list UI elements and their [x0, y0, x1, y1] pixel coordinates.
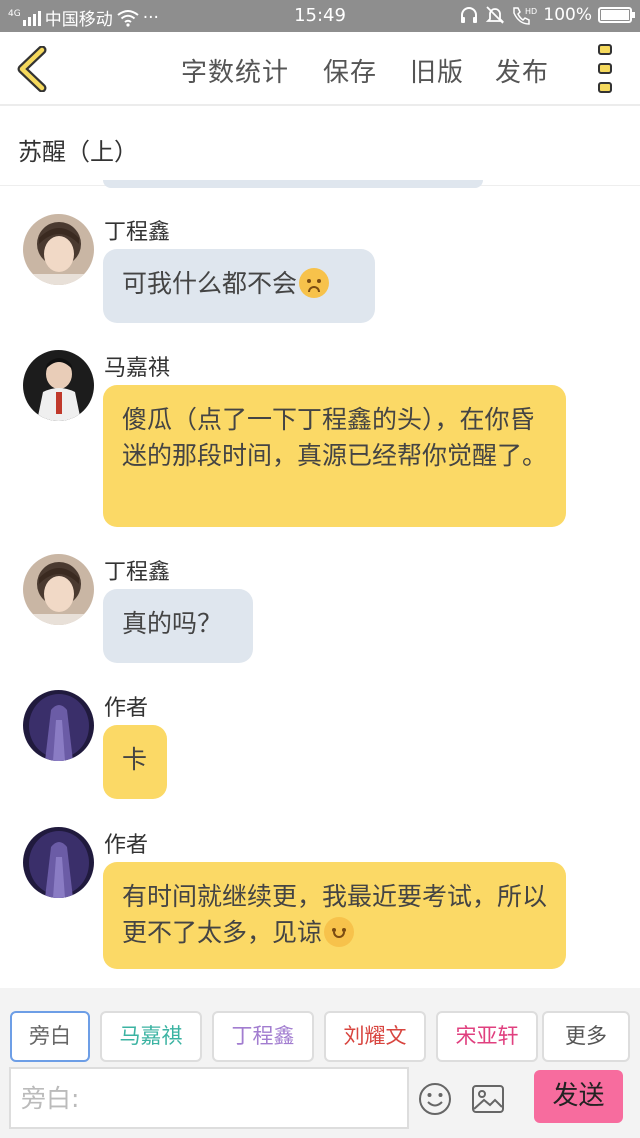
sender-name: 作者 — [104, 696, 149, 721]
back-button[interactable] — [14, 45, 54, 93]
chevron-left-icon — [17, 45, 47, 93]
old-version-button[interactable]: 旧版 — [410, 52, 464, 89]
word-count-button[interactable]: 字数统计 — [181, 52, 289, 89]
role-button-song-yaxuan[interactable]: 宋亚轩 — [436, 1011, 538, 1062]
smiley-icon — [419, 1083, 451, 1115]
menu-dot-icon — [598, 44, 612, 55]
send-button[interactable]: 发送 — [534, 1070, 623, 1123]
role-label: 刘耀文 — [343, 1024, 407, 1048]
svg-text:HD: HD — [525, 7, 537, 16]
status-bar: 4G 中国移动 ··· 15:49 HD 100% — [0, 0, 640, 32]
message-bubble[interactable]: 傻瓜（点了一下丁程鑫的头），在你昏迷的那段时间，真源已经帮你觉醒了。 — [103, 385, 566, 527]
sender-name: 作者 — [104, 833, 149, 858]
sender-name: 丁程鑫 — [104, 220, 171, 245]
message-bubble[interactable]: 真的吗？ — [103, 589, 253, 663]
avatar[interactable] — [23, 214, 94, 285]
dark-figure-avatar-icon — [23, 690, 94, 761]
role-button-narrator[interactable]: 旁白 — [10, 1011, 90, 1062]
dark-figure-avatar-icon — [23, 827, 94, 898]
avatar[interactable] — [23, 827, 94, 898]
more-roles-button[interactable]: 更多 — [542, 1011, 630, 1062]
previous-message-bubble[interactable] — [103, 180, 483, 188]
person-avatar-icon — [23, 554, 94, 625]
wink-emoji-icon — [324, 917, 355, 947]
more-menu-button[interactable] — [596, 44, 616, 94]
avatar[interactable] — [23, 350, 94, 421]
emoji-button[interactable] — [418, 1082, 452, 1116]
image-icon — [472, 1085, 504, 1113]
image-button[interactable] — [471, 1082, 505, 1116]
message-input[interactable] — [11, 1069, 407, 1127]
message-bubble[interactable]: 可我什么都不会 — [103, 249, 375, 323]
menu-dot-icon — [598, 82, 612, 93]
role-button-ma-jiaqi[interactable]: 马嘉祺 — [100, 1011, 202, 1062]
role-label: 丁程鑫 — [231, 1024, 295, 1048]
message-text: 真的吗？ — [122, 609, 223, 638]
mute-bell-icon — [486, 6, 505, 24]
menu-dot-icon — [598, 63, 612, 74]
sad-emoji-icon — [299, 268, 330, 298]
publish-button[interactable]: 发布 — [495, 52, 549, 89]
headset-icon — [461, 7, 478, 23]
battery-percent: 100% — [543, 5, 592, 25]
message-text: 傻瓜（点了一下丁程鑫的头），在你昏迷的那段时间，真源已经帮你觉醒了。 — [122, 405, 548, 470]
role-label: 更多 — [565, 1024, 607, 1048]
person-avatar-icon — [23, 214, 94, 285]
role-label: 宋亚轩 — [455, 1024, 519, 1048]
role-label: 马嘉祺 — [119, 1024, 183, 1048]
hd-call-icon: HD — [513, 7, 537, 25]
role-button-ding-chengxin[interactable]: 丁程鑫 — [212, 1011, 314, 1062]
message-text: 卡 — [122, 745, 148, 774]
avatar[interactable] — [23, 554, 94, 625]
battery-icon — [598, 7, 635, 23]
person-avatar-icon — [23, 350, 94, 421]
message-input-box[interactable] — [9, 1067, 409, 1129]
composer-panel: 旁白 马嘉祺 丁程鑫 刘耀文 宋亚轩 更多 发送 — [0, 988, 640, 1138]
sender-name: 丁程鑫 — [104, 560, 171, 585]
save-button[interactable]: 保存 — [323, 52, 377, 89]
editor-toolbar: 字数统计 保存 旧版 发布 — [0, 32, 640, 106]
role-button-liu-yaowen[interactable]: 刘耀文 — [324, 1011, 426, 1062]
story-title-bar: 苏醒（上） — [0, 108, 640, 186]
sender-name: 马嘉祺 — [104, 356, 171, 381]
message-bubble[interactable]: 有时间就继续更，我最近要考试，所以更不了太多，见谅 — [103, 862, 566, 969]
role-label: 旁白 — [29, 1024, 71, 1048]
avatar[interactable] — [23, 690, 94, 761]
message-text: 可我什么都不会 — [122, 269, 298, 298]
message-bubble[interactable]: 卡 — [103, 725, 167, 799]
story-title: 苏醒（上） — [18, 138, 138, 166]
